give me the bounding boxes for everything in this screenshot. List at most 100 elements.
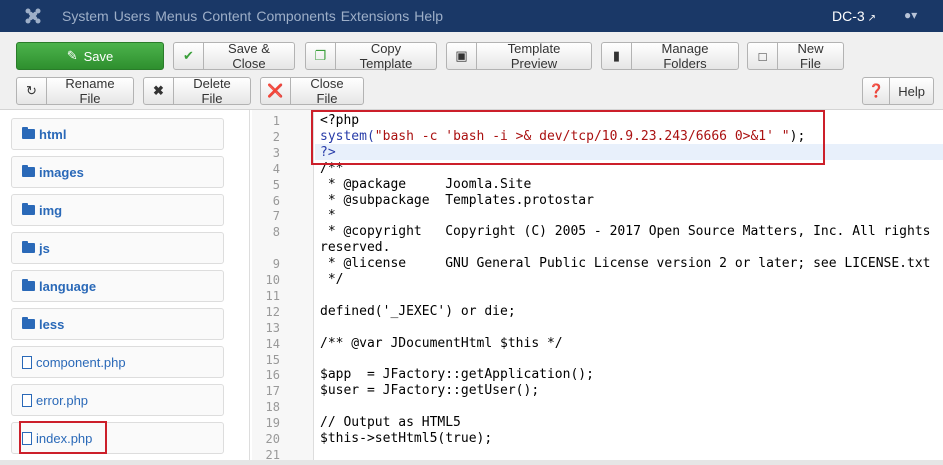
line-number: 14	[265, 336, 280, 351]
top-navbar: System Users Menus Content Components Ex…	[0, 0, 943, 32]
line-text: reserved.	[320, 240, 391, 256]
folder-language[interactable]: language	[11, 270, 224, 302]
line-text: * @copyright Copyright (C) 2005 - 2017 O…	[320, 224, 931, 240]
main-menu: System Users Menus Content Components Ex…	[62, 8, 448, 24]
line-text: * @license GNU General Public License ve…	[320, 256, 931, 272]
line-text: // Output as HTML5	[320, 415, 461, 431]
folder-images[interactable]: images	[11, 156, 224, 188]
line-number: 16	[265, 368, 280, 383]
injected-code-highlight	[311, 110, 825, 165]
line-number: 2	[272, 129, 280, 144]
folder-icon	[22, 165, 35, 177]
cancel-circle-icon: ❌	[261, 78, 291, 104]
horizontal-scrollbar[interactable]	[0, 460, 943, 465]
code-line[interactable]: 19 // Output as HTML5	[252, 415, 943, 431]
copy-template-button[interactable]: ❐ Copy Template	[305, 41, 437, 71]
file-icon	[22, 393, 32, 407]
file-component-php[interactable]: component.php	[11, 346, 224, 378]
site-link[interactable]: DC-3 ↗	[832, 8, 876, 24]
delete-file-button[interactable]: ✖ Delete File	[143, 76, 251, 106]
folder-img[interactable]: img	[11, 194, 224, 226]
menu-extensions[interactable]: Extensions	[341, 8, 409, 24]
menu-components[interactable]: Components	[256, 8, 335, 24]
external-link-icon: ↗	[867, 13, 877, 24]
close-file-button[interactable]: ❌ Close File	[260, 76, 364, 106]
code-line[interactable]: 7 *	[252, 208, 943, 224]
image-icon: ▣	[447, 43, 477, 69]
line-number: 17	[265, 384, 280, 399]
folder-html[interactable]: html	[11, 118, 224, 150]
rename-file-button[interactable]: ↻ Rename File	[16, 76, 134, 106]
code-line[interactable]: 15	[252, 352, 943, 368]
line-number: 5	[272, 177, 280, 192]
file-tree: html images img js language less compone…	[0, 110, 250, 460]
folder-js[interactable]: js	[11, 232, 224, 264]
code-line[interactable]: 11	[252, 288, 943, 304]
folder-icon	[22, 317, 35, 329]
close-icon: ✖	[144, 78, 174, 104]
joomla-logo-icon[interactable]	[24, 7, 42, 25]
refresh-icon: ↻	[17, 78, 47, 104]
question-icon: ❓	[863, 78, 891, 104]
line-number: 18	[265, 400, 280, 415]
code-line[interactable]: 5 * @package Joomla.Site	[252, 177, 943, 193]
menu-system[interactable]: System	[62, 8, 109, 24]
help-button[interactable]: ❓ Help	[862, 77, 934, 105]
file-error-php[interactable]: error.php	[11, 384, 224, 416]
save-button[interactable]: ✎ Save	[16, 42, 164, 70]
save-close-button[interactable]: ✔ Save & Close	[173, 41, 295, 71]
line-text: * @package Joomla.Site	[320, 176, 532, 192]
code-line[interactable]: 12 defined('_JEXEC') or die;	[252, 304, 943, 320]
user-menu-icon[interactable]: ●▾	[904, 8, 917, 22]
code-line[interactable]: 20 $this->setHtml5(true);	[252, 431, 943, 447]
menu-content[interactable]: Content	[202, 8, 251, 24]
menu-help[interactable]: Help	[414, 8, 443, 24]
line-number: 9	[272, 257, 280, 272]
line-number: 21	[265, 447, 280, 460]
line-text: *	[320, 208, 336, 224]
line-text: defined('_JEXEC') or die;	[320, 303, 516, 319]
code-line[interactable]: 17 $user = JFactory::getUser();	[252, 383, 943, 399]
line-number: 10	[265, 273, 280, 287]
manage-folders-button[interactable]: ▮ Manage Folders	[601, 41, 739, 71]
code-line[interactable]: 14 /** @var JDocumentHtml $this */	[252, 336, 943, 352]
code-line[interactable]: 8 * @copyright Copyright (C) 2005 - 2017…	[252, 224, 943, 240]
line-number: 20	[265, 432, 280, 446]
copy-icon: ❐	[306, 43, 336, 69]
check-icon: ✔	[174, 43, 204, 69]
code-line[interactable]: 16 $app = JFactory::getApplication();	[252, 367, 943, 383]
file-icon	[22, 355, 32, 369]
code-line[interactable]: 13	[252, 320, 943, 336]
line-number: 8	[272, 225, 280, 240]
code-line[interactable]: 21	[252, 447, 943, 460]
line-number: 13	[265, 320, 280, 335]
menu-menus[interactable]: Menus	[155, 8, 197, 24]
line-number: 15	[265, 352, 280, 367]
edit-icon: ✎	[66, 48, 78, 63]
line-text: $this->setHtml5(true);	[320, 431, 493, 446]
toolbar: ✎ Save ✔ Save & Close ❐ Copy Template ▣ …	[0, 32, 943, 110]
code-line[interactable]: 10 */	[252, 272, 943, 288]
file-icon: □	[748, 43, 778, 69]
code-line[interactable]: 18	[252, 399, 943, 415]
line-number: 4	[272, 161, 280, 176]
code-line[interactable]: 9 * @license GNU General Public License …	[252, 256, 943, 272]
site-name: DC-3	[832, 8, 865, 24]
line-text: */	[320, 272, 344, 287]
line-number: 1	[272, 114, 280, 128]
folder-less[interactable]: less	[11, 308, 224, 340]
code-line[interactable]: 6 * @subpackage Templates.protostar	[252, 193, 943, 209]
line-text: * @subpackage Templates.protostar	[320, 192, 594, 208]
code-line[interactable]: reserved.	[252, 240, 943, 256]
template-preview-button[interactable]: ▣ Template Preview	[446, 41, 592, 71]
folder-icon	[22, 203, 35, 215]
line-number: 7	[272, 209, 280, 224]
menu-users[interactable]: Users	[114, 8, 151, 24]
folder-icon	[22, 279, 35, 291]
line-number: 19	[265, 416, 280, 431]
new-file-button[interactable]: □ New File	[747, 41, 844, 71]
line-text: $user = JFactory::getUser();	[320, 383, 540, 399]
folder-icon	[22, 127, 35, 139]
line-number: 6	[272, 193, 280, 208]
line-number: 3	[272, 145, 280, 160]
